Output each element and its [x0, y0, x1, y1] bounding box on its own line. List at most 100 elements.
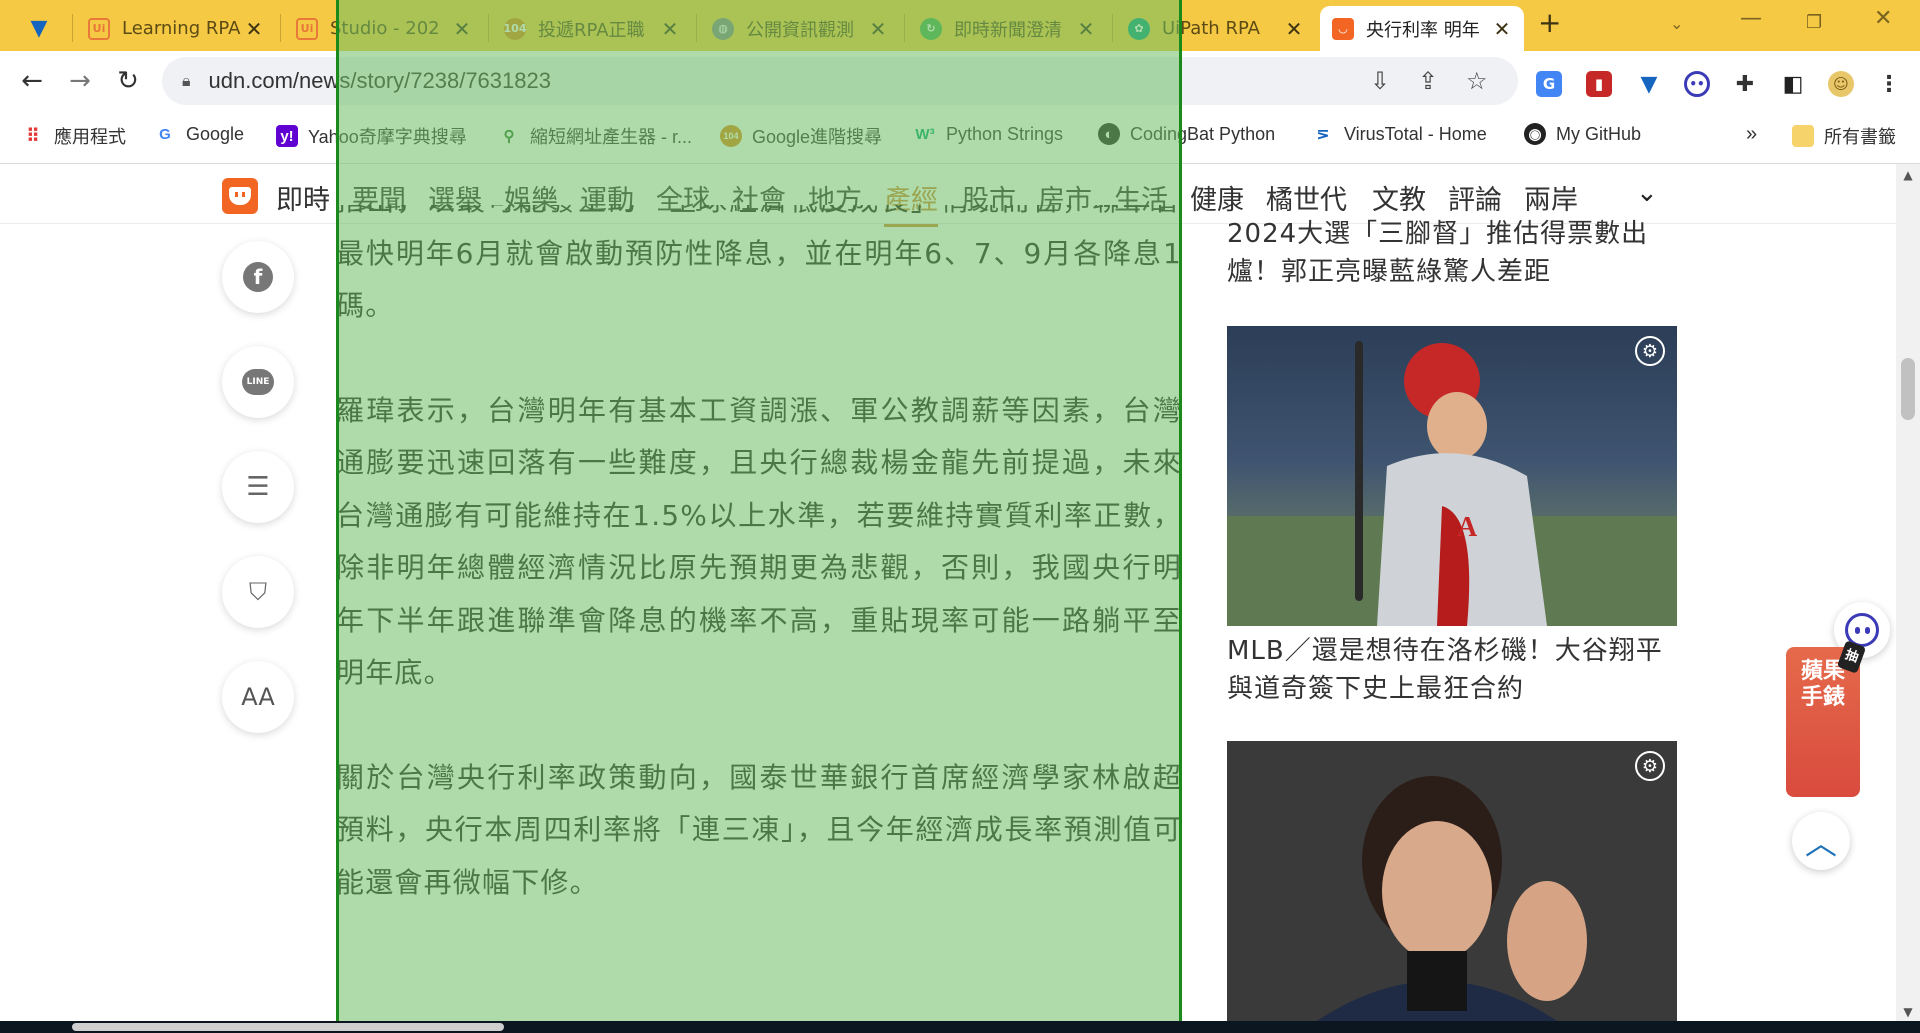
chevron-up-icon: ︿ — [1804, 824, 1837, 862]
category-link[interactable]: 評論 — [1448, 178, 1502, 217]
bookmark-python-strings[interactable]: W³ Python Strings — [914, 123, 1063, 145]
install-icon[interactable]: ⇩ — [1370, 67, 1390, 95]
globe-icon: ◍ — [712, 17, 734, 40]
vpn-extension-icon[interactable]: ▼ — [1636, 71, 1662, 97]
close-window-button[interactable]: ✕ — [1874, 6, 1892, 31]
pdf-extension-icon[interactable]: ▮ — [1586, 71, 1612, 97]
codingbat-icon: ◐ — [1098, 123, 1120, 145]
scrollbar-thumb[interactable] — [1901, 358, 1915, 420]
browser-menu-icon[interactable]: ⋮ — [1876, 71, 1902, 97]
apps-grid-icon: ⠿ — [26, 125, 40, 146]
font-size-button[interactable]: AA — [222, 661, 294, 733]
bookmark-button[interactable]: ⛉ — [222, 556, 294, 628]
promo-banner[interactable]: 蘋果手錶 抽 — [1786, 640, 1867, 797]
scrollbar-thumb[interactable] — [72, 1023, 504, 1031]
related-story-image[interactable]: A ⚙ — [1227, 326, 1677, 626]
translate-extension-icon[interactable]: G — [1536, 71, 1562, 97]
restore-button[interactable]: ❐ — [1806, 12, 1822, 33]
bookmark-google-advanced[interactable]: 104 Google進階搜尋 — [720, 123, 882, 149]
line-icon: LINE — [242, 369, 274, 395]
bookmark-virustotal[interactable]: ⋝ VirusTotal - Home — [1312, 123, 1487, 145]
comment-button[interactable]: ☰ — [222, 451, 294, 523]
navigation-bar: ← → ↻ 🔒︎ udn.com/news/story/7238/7631823… — [0, 51, 1920, 111]
104-icon: 104 — [720, 125, 742, 147]
new-tab-button[interactable]: + — [1538, 6, 1561, 39]
interview-person-photo — [1227, 741, 1677, 1021]
share-icon[interactable]: ⇪ — [1418, 67, 1438, 95]
assistant-extension-icon[interactable]: •• — [1684, 71, 1710, 97]
tab-3[interactable]: 104 投遞RPA正職 ✕ — [492, 6, 692, 51]
tab-4[interactable]: ◍ 公開資訊觀測 ✕ — [700, 6, 900, 51]
category-link[interactable]: 兩岸 — [1524, 178, 1578, 217]
side-panel-icon[interactable]: ◧ — [1780, 71, 1806, 97]
scroll-down-arrow-icon[interactable]: ▼ — [1896, 1005, 1920, 1019]
uipath-icon: Ui — [296, 17, 318, 40]
close-icon[interactable]: ✕ — [244, 17, 264, 41]
minimize-button[interactable]: — — [1740, 6, 1762, 31]
tab-6[interactable]: ✿ UiPath RPA ✕ — [1116, 6, 1316, 51]
bookmark-github[interactable]: ◉ My GitHub — [1524, 123, 1641, 145]
refresh-icon: ↻ — [920, 17, 942, 40]
category-link[interactable]: 健康 — [1190, 178, 1244, 217]
all-bookmarks-label: 所有書籤 — [1824, 127, 1896, 147]
address-bar[interactable]: 🔒︎ udn.com/news/story/7238/7631823 ⇩ ⇪ ☆ — [162, 57, 1518, 105]
close-icon[interactable]: ✕ — [868, 17, 888, 41]
bookmarks-bar: ⠿ 應用程式 G Google y! Yahoo奇摩字典搜尋 ⚲ 縮短網址產生器… — [0, 111, 1920, 164]
reload-button[interactable]: ↻ — [110, 63, 146, 99]
vertical-scrollbar[interactable]: ▲ ▼ — [1896, 164, 1920, 1021]
tab-title: Learning RPA — [122, 18, 241, 39]
udn-logo[interactable] — [222, 178, 258, 214]
tab-2[interactable]: Ui Studio - 202 ✕ — [284, 6, 484, 51]
extensions-puzzle-icon[interactable]: ✚ — [1732, 71, 1758, 97]
bookmark-yahoo[interactable]: y! Yahoo奇摩字典搜尋 — [276, 123, 467, 149]
folder-icon — [1792, 125, 1814, 147]
star-icon[interactable]: ☆ — [1466, 67, 1488, 95]
close-icon[interactable]: ✕ — [1284, 17, 1304, 41]
related-story-title[interactable]: MLB／還是想待在洛杉磯！大谷翔平與道奇簽下史上最狂合約 — [1227, 632, 1687, 708]
chevron-down-icon[interactable]: ⌄ — [1636, 178, 1658, 208]
bookmark-reurl[interactable]: ⚲ 縮短網址產生器 - r... — [498, 123, 693, 149]
svg-text:A: A — [1457, 512, 1478, 543]
close-icon[interactable]: ✕ — [452, 17, 472, 41]
profile-avatar-icon[interactable]: ☺ — [1828, 71, 1854, 97]
bookmark-label: CodingBat Python — [1130, 123, 1276, 144]
tab-7-active[interactable]: ◡ 央行利率 明年 ✕ — [1320, 6, 1524, 51]
related-story-title[interactable]: 2024大選「三腳督」推估得票數出爐！郭正亮曝藍綠驚人差距 — [1227, 215, 1687, 295]
related-story-image[interactable]: ⚙ — [1227, 741, 1677, 1021]
line-share-button[interactable]: LINE — [222, 346, 294, 418]
tab-0[interactable]: ▼ — [16, 6, 72, 51]
lock-icon[interactable]: 🔒︎ — [182, 71, 191, 91]
category-link[interactable]: 橘世代 — [1266, 178, 1347, 217]
bookmark-codingbat[interactable]: ◐ CodingBat Python — [1098, 123, 1275, 145]
category-link[interactable]: 文教 — [1372, 178, 1426, 217]
facebook-share-button[interactable]: f — [222, 241, 294, 313]
tab-5[interactable]: ↻ 即時新聞澄清 ✕ — [908, 6, 1108, 51]
back-button[interactable]: ← — [14, 63, 50, 99]
bookmark-label: 應用程式 — [54, 127, 126, 147]
openai-icon: ✿ — [1128, 17, 1150, 40]
bookmarks-overflow-button[interactable]: » — [1746, 123, 1757, 146]
scroll-up-arrow-icon[interactable]: ▲ — [1896, 168, 1920, 182]
vpn-icon: ▼ — [30, 16, 48, 41]
close-icon[interactable]: ✕ — [1492, 17, 1512, 41]
close-icon[interactable]: ✕ — [1076, 17, 1096, 41]
gear-icon[interactable]: ⚙ — [1635, 751, 1665, 781]
all-bookmarks-folder[interactable]: 所有書籤 — [1792, 123, 1896, 149]
bookmark-label: Yahoo奇摩字典搜尋 — [308, 127, 467, 147]
article-paragraph: 關於台灣央行利率政策動向，國泰世華銀行首席經濟學家林啟超預料，央行本周四利率將「… — [336, 760, 1182, 899]
bookmark-label: VirusTotal - Home — [1344, 123, 1487, 144]
close-icon[interactable]: ✕ — [660, 17, 680, 41]
url-text[interactable]: udn.com/news/story/7238/7631823 — [209, 68, 551, 94]
yahoo-icon: y! — [276, 125, 298, 147]
tab-search-icon[interactable]: ⌄ — [1670, 14, 1683, 33]
horizontal-scrollbar[interactable] — [0, 1021, 1920, 1033]
tab-1[interactable]: Ui Learning RPA ✕ — [76, 6, 276, 51]
bookmark-google[interactable]: G Google — [154, 123, 244, 145]
forward-button[interactable]: → — [62, 63, 98, 99]
gear-icon[interactable]: ⚙ — [1635, 336, 1665, 366]
category-link[interactable]: 即時 — [276, 178, 330, 217]
bookmark-apps[interactable]: ⠿ 應用程式 — [22, 123, 126, 149]
tab-strip: ▼ Ui Learning RPA ✕ Ui Studio - 202 ✕ 10… — [0, 0, 1920, 51]
article-paragraph: 羅瑋表示，台灣明年有基本工資調漲、軍公教調薪等因素，台灣通膨要迅速回落有一些難度… — [336, 393, 1182, 690]
scroll-to-top-button[interactable]: ︿ — [1792, 812, 1850, 870]
